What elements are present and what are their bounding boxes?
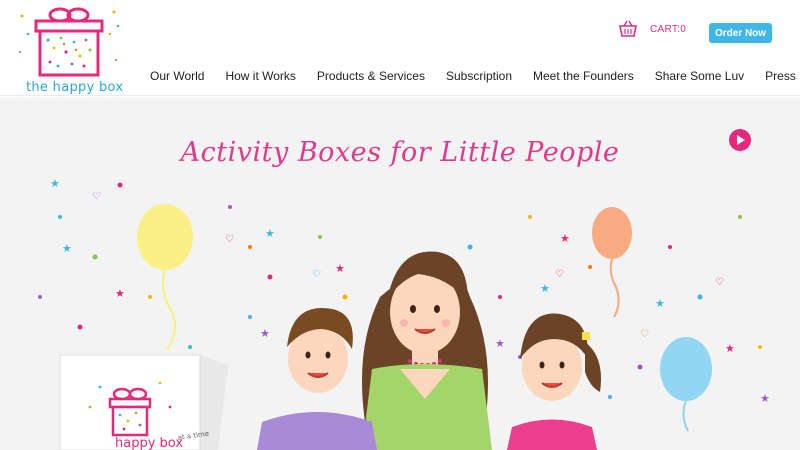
svg-text:♡: ♡ <box>92 191 101 202</box>
cart-count: CART:0 <box>650 23 687 35</box>
boy-illustration <box>257 308 377 450</box>
svg-text:★: ★ <box>265 227 275 240</box>
svg-text:★: ★ <box>335 262 345 275</box>
nav-press[interactable]: Press <box>765 69 796 83</box>
orange-balloon <box>592 207 632 318</box>
svg-text:♡: ♡ <box>715 277 724 288</box>
logo-wordmark: the happy box <box>26 80 123 95</box>
hero-banner: ★ ★ ★ ★ ★ ★ ★ ★ ★ ★ ★ ★ ♡ ♡ ♡ ♡ ♡ ♡ happ… <box>0 97 800 450</box>
play-icon[interactable] <box>729 129 751 151</box>
cart-link[interactable]: CART:0 <box>618 20 686 38</box>
svg-text:★: ★ <box>540 282 550 295</box>
nav-how-it-works[interactable]: How it Works <box>225 69 295 83</box>
logo-wordmark-suffix: box <box>94 80 124 95</box>
girl-illustration <box>507 313 601 450</box>
box-label: happy box <box>115 436 183 450</box>
yellow-balloon <box>137 204 193 351</box>
svg-text:★: ★ <box>760 392 770 405</box>
logo-wordmark-prefix: the <box>26 80 53 95</box>
nav-products-services[interactable]: Products & Services <box>317 69 425 83</box>
mother-illustration <box>362 251 492 450</box>
blue-balloon <box>660 337 712 432</box>
hero-title: Activity Boxes for Little People <box>180 137 620 168</box>
svg-text:★: ★ <box>260 327 270 340</box>
svg-text:★: ★ <box>495 337 505 350</box>
order-now-button[interactable]: Order Now <box>709 23 772 43</box>
site-header: the happy box CART:0 Order Now Our World… <box>0 0 800 96</box>
nav-subscription[interactable]: Subscription <box>446 69 512 83</box>
svg-text:♡: ♡ <box>225 234 234 245</box>
svg-text:♡: ♡ <box>640 329 649 340</box>
gift-box-icon <box>18 7 120 77</box>
svg-text:♡: ♡ <box>555 269 564 280</box>
svg-text:★: ★ <box>115 287 125 300</box>
basket-icon <box>619 20 637 37</box>
svg-text:★: ★ <box>50 177 60 190</box>
nav-meet-the-founders[interactable]: Meet the Founders <box>533 69 634 83</box>
svg-text:★: ★ <box>655 297 665 310</box>
logo-wordmark-highlight: happy <box>52 80 95 95</box>
svg-text:★: ★ <box>560 232 570 245</box>
svg-text:★: ★ <box>62 242 72 255</box>
nav-share-some-luv[interactable]: Share Some Luv <box>655 69 744 83</box>
svg-text:♡: ♡ <box>312 269 321 280</box>
svg-text:★: ★ <box>725 342 735 355</box>
nav-our-world[interactable]: Our World <box>150 69 204 83</box>
main-nav: Our World How it Works Products & Servic… <box>150 69 800 83</box>
